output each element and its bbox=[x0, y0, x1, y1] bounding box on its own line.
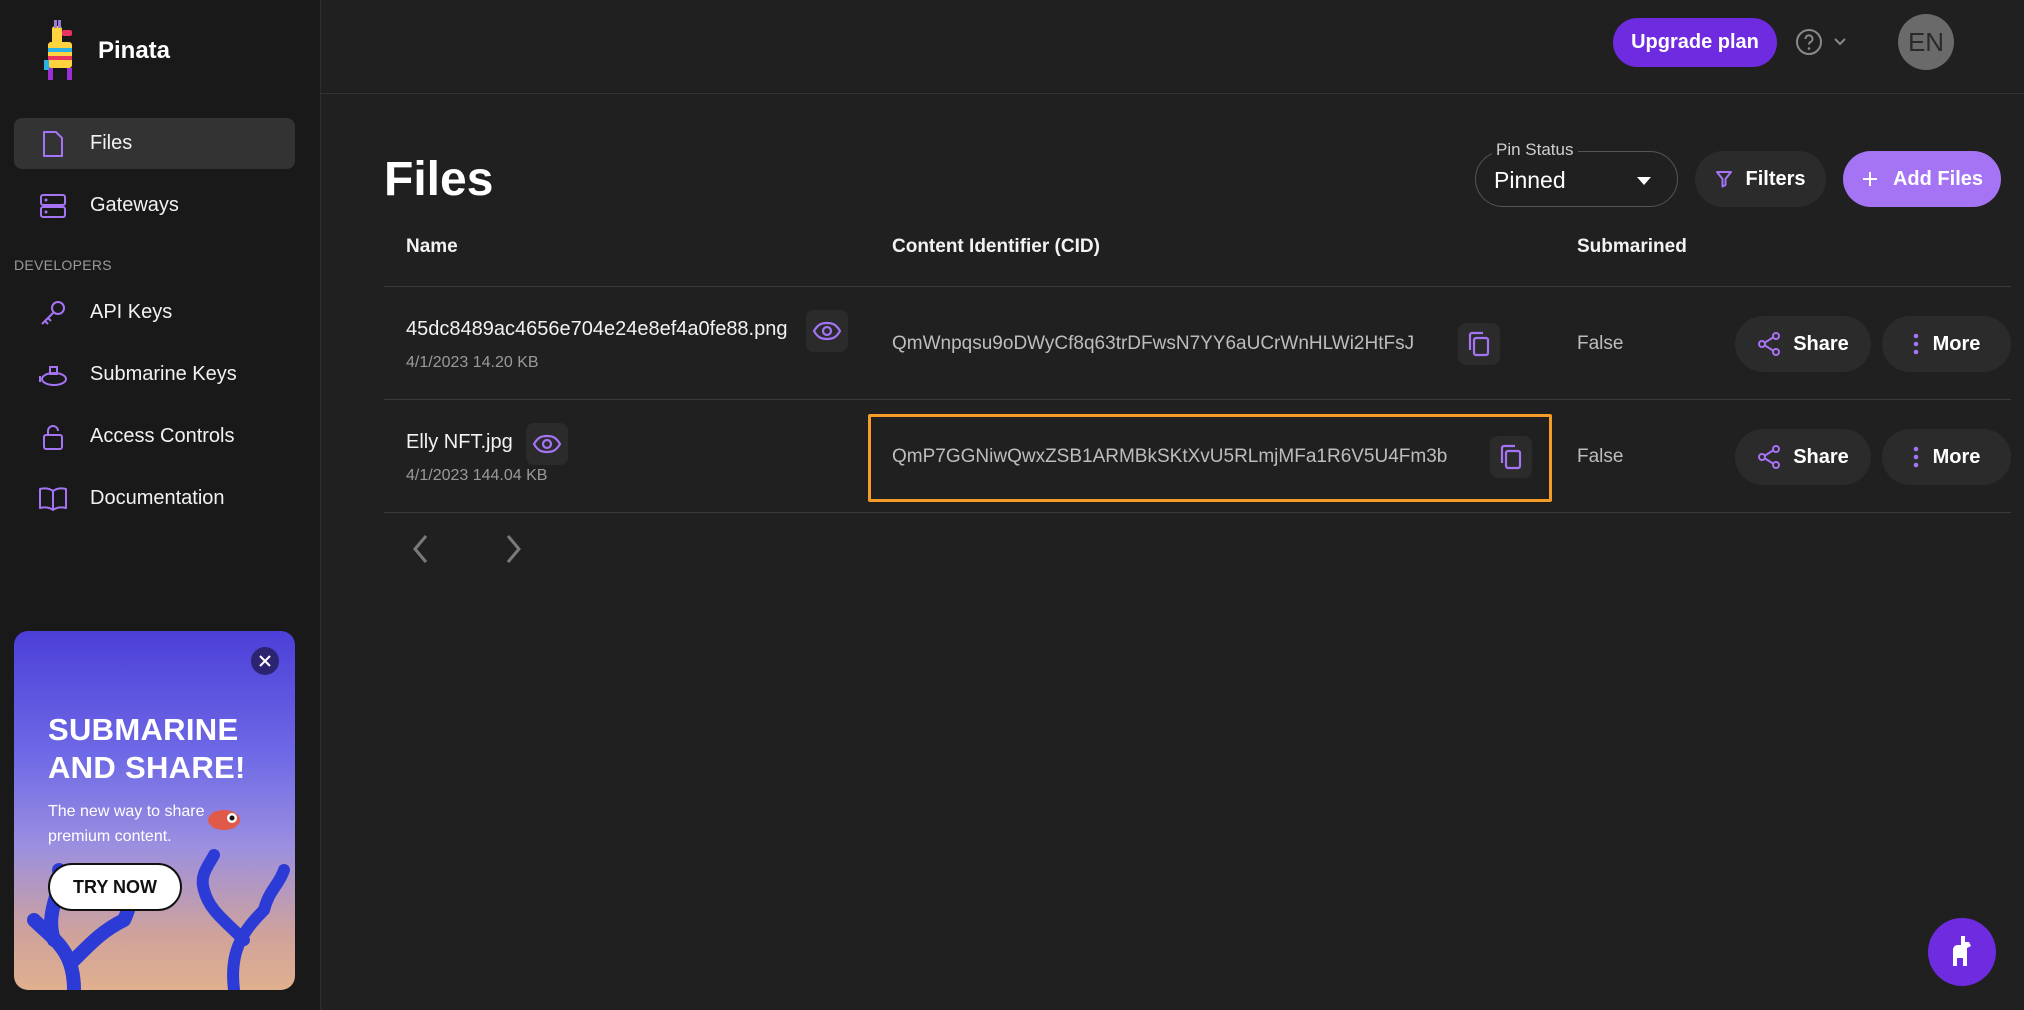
help-menu[interactable] bbox=[1795, 28, 1847, 56]
pagination bbox=[410, 532, 524, 566]
try-now-button[interactable]: TRY NOW bbox=[48, 863, 182, 911]
caret-down-icon bbox=[1637, 177, 1651, 185]
chevron-right-icon[interactable] bbox=[502, 532, 524, 566]
promo-title-line2: AND SHARE! bbox=[48, 750, 246, 785]
file-name[interactable]: 45dc8489ac4656e704e24e8ef4a0fe88.png bbox=[406, 318, 787, 341]
preview-button[interactable] bbox=[806, 310, 848, 352]
book-icon bbox=[38, 484, 68, 514]
lock-icon bbox=[38, 422, 68, 452]
help-icon bbox=[1796, 29, 1822, 55]
file-icon bbox=[38, 129, 68, 159]
sidebar-item-api-keys[interactable]: API Keys bbox=[14, 287, 295, 338]
key-icon bbox=[38, 298, 68, 328]
file-name[interactable]: Elly NFT.jpg bbox=[406, 431, 513, 454]
cid-highlight-box bbox=[868, 414, 1552, 502]
more-button[interactable]: More bbox=[1882, 429, 2011, 485]
kebab-menu-icon bbox=[1913, 446, 1918, 468]
share-button[interactable]: Share bbox=[1735, 316, 1871, 372]
sidebar-item-label: Gateways bbox=[90, 194, 179, 216]
promo-text: The new way to share premium content. bbox=[48, 803, 205, 845]
filter-icon bbox=[1716, 171, 1733, 188]
brand-name: Pinata bbox=[98, 37, 171, 64]
filters-label: Filters bbox=[1745, 167, 1806, 190]
table-row: 45dc8489ac4656e704e24e8ef4a0fe88.png 4/1… bbox=[384, 287, 2011, 400]
copy-cid-button[interactable] bbox=[1458, 323, 1500, 365]
developers-section-label: DEVELOPERS bbox=[14, 257, 112, 273]
sidebar-item-documentation[interactable]: Documentation bbox=[14, 473, 295, 524]
submarined-value: False bbox=[1577, 446, 1624, 467]
support-chat-button[interactable] bbox=[1928, 918, 1996, 986]
more-label: More bbox=[1932, 445, 1981, 468]
sidebar-item-submarine-keys[interactable]: Submarine Keys bbox=[14, 349, 295, 400]
promo-title-line1: SUBMARINE bbox=[48, 712, 239, 747]
sidebar-item-label: Access Controls bbox=[90, 425, 235, 447]
more-label: More bbox=[1932, 332, 1981, 355]
promo-close-button[interactable] bbox=[251, 647, 279, 675]
cid-value: QmWnpqsu9oDWyCf8q63trDFwsN7YY6aUCrWnHLWi… bbox=[892, 333, 1415, 354]
file-meta: 4/1/2023 144.04 KB bbox=[406, 467, 548, 484]
sidebar-item-files[interactable]: Files bbox=[14, 118, 295, 169]
upgrade-plan-button[interactable]: Upgrade plan bbox=[1613, 18, 1777, 67]
share-label: Share bbox=[1793, 332, 1849, 355]
pin-status-select[interactable]: Pin Status Pinned bbox=[1475, 140, 1678, 207]
page-title: Files bbox=[384, 153, 494, 206]
add-files-label: Add Files bbox=[1892, 167, 1983, 190]
pin-status-value: Pinned bbox=[1494, 167, 1566, 193]
llama-icon bbox=[1953, 936, 1971, 966]
share-label: Share bbox=[1793, 445, 1849, 468]
more-button[interactable]: More bbox=[1882, 316, 2011, 372]
user-avatar[interactable]: EN bbox=[1898, 14, 1954, 70]
column-header-submarined: Submarined bbox=[1577, 236, 1687, 257]
preview-button[interactable] bbox=[526, 423, 568, 465]
sidebar-item-label: Documentation bbox=[90, 487, 225, 509]
sidebar: Pinata Files Gateways DEVELOPERS API Key… bbox=[0, 0, 321, 1010]
add-files-button[interactable]: Add Files bbox=[1843, 151, 2001, 207]
sidebar-item-label: Files bbox=[90, 132, 133, 154]
kebab-menu-icon bbox=[1913, 333, 1918, 355]
file-meta: 4/1/2023 14.20 KB bbox=[406, 354, 539, 371]
submarined-value: False bbox=[1577, 333, 1624, 354]
column-header-cid: Content Identifier (CID) bbox=[892, 236, 1100, 257]
server-icon bbox=[38, 191, 68, 221]
plus-icon bbox=[1862, 172, 1877, 186]
sidebar-item-gateways[interactable]: Gateways bbox=[14, 180, 295, 231]
close-icon bbox=[259, 655, 271, 667]
sidebar-item-label: Submarine Keys bbox=[90, 363, 237, 385]
sidebar-item-access-controls[interactable]: Access Controls bbox=[14, 411, 295, 462]
chevron-left-icon[interactable] bbox=[410, 532, 432, 566]
copy-icon bbox=[1468, 331, 1490, 357]
chevron-down-icon bbox=[1834, 38, 1846, 46]
brand[interactable]: Pinata bbox=[36, 18, 170, 84]
column-header-name: Name bbox=[406, 236, 458, 257]
pin-status-label: Pin Status bbox=[1492, 140, 1578, 160]
eye-icon bbox=[812, 321, 842, 341]
pinata-logo-icon bbox=[44, 20, 72, 80]
share-icon bbox=[1758, 332, 1781, 356]
submarine-promo-card: SUBMARINE AND SHARE! The new way to shar… bbox=[14, 631, 295, 990]
eye-icon bbox=[532, 434, 562, 454]
share-button[interactable]: Share bbox=[1735, 429, 1871, 485]
filters-button[interactable]: Filters bbox=[1695, 151, 1826, 207]
sidebar-item-label: API Keys bbox=[90, 301, 173, 323]
share-icon bbox=[1758, 445, 1781, 469]
submarine-icon bbox=[38, 360, 68, 390]
sidebar-nav: Files Gateways DEVELOPERS API Keys Subma… bbox=[14, 118, 295, 535]
promo-title: SUBMARINE AND SHARE! bbox=[48, 711, 246, 787]
